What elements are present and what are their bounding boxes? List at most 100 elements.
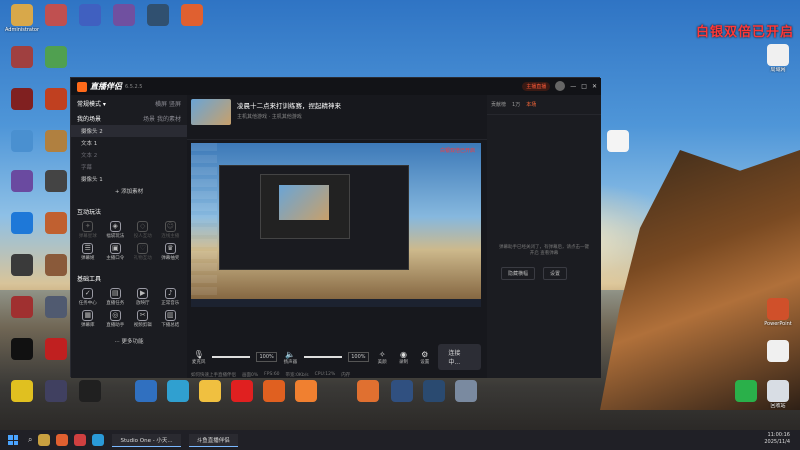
desktop-icon[interactable] xyxy=(760,340,796,362)
mic-volume-value[interactable]: 100% xyxy=(256,352,277,362)
mode-dropdown[interactable]: 常规模式 ▾ xyxy=(77,99,106,108)
desktop-icon[interactable]: 回收站 xyxy=(760,380,796,409)
tool-item[interactable]: ♛ 弹幕抽奖 xyxy=(158,243,184,261)
speaker-volume-slider[interactable] xyxy=(304,356,343,358)
desktop-icon[interactable] xyxy=(160,380,196,402)
taskbar-app-icon[interactable] xyxy=(92,434,105,446)
taskbar-clock[interactable]: 11:00:16 2025/11/4 xyxy=(764,432,790,446)
desktop-icon[interactable]: PowerPoint xyxy=(760,298,796,327)
desktop-icon[interactable] xyxy=(38,254,74,276)
mic-control[interactable]: 🎙 麦克风 xyxy=(191,350,206,365)
scene-item[interactable]: 文本 2 xyxy=(71,149,187,161)
desktop-icon[interactable] xyxy=(4,88,40,110)
desktop-icon[interactable] xyxy=(192,380,228,402)
tool-item[interactable]: ♪ 正常音乐 xyxy=(158,288,184,306)
desktop-icon[interactable] xyxy=(38,130,74,152)
tool-item[interactable]: ▤ 直播任务 xyxy=(103,288,129,306)
taskbar-app-icon[interactable] xyxy=(56,434,69,446)
settings-button[interactable]: ⚙ 设置 xyxy=(417,350,432,365)
speaker-control[interactable]: 🔈 扬声器 xyxy=(283,350,298,365)
desktop-icon[interactable] xyxy=(38,170,74,192)
record-button[interactable]: ◉ 录制 xyxy=(396,350,411,365)
desktop-icon[interactable] xyxy=(38,296,74,318)
search-icon[interactable]: ⌕ xyxy=(28,435,32,445)
scene-item[interactable]: 摄像头 2 xyxy=(71,125,187,137)
mic-volume-slider[interactable] xyxy=(212,356,251,358)
taskbar-app-icon[interactable] xyxy=(74,434,87,446)
minimize-button[interactable]: — xyxy=(570,83,576,90)
scene-item[interactable]: 文本 1 xyxy=(71,137,187,149)
add-source-button[interactable]: + 添加素材 xyxy=(71,185,187,197)
maximize-button[interactable]: □ xyxy=(581,83,587,90)
tool-item[interactable]: ▶ 放映厅 xyxy=(130,288,156,306)
desktop-icon[interactable] xyxy=(38,380,74,402)
more-features-button[interactable]: ··· 更多功能 xyxy=(71,335,187,347)
tool-item[interactable]: ◎ 直播助手 xyxy=(103,310,129,328)
start-button[interactable] xyxy=(8,435,18,445)
desktop-icon[interactable] xyxy=(38,88,74,110)
tool-item[interactable]: ✂ 视频剪辑 xyxy=(130,310,156,328)
danmaku-settings-button[interactable]: 设置 xyxy=(543,267,568,280)
desktop-icon[interactable] xyxy=(4,46,40,68)
stream-cover[interactable] xyxy=(191,99,231,125)
desktop-icon[interactable] xyxy=(174,4,210,26)
desktop-icon[interactable] xyxy=(600,130,636,152)
promo-button[interactable]: 主播直播 xyxy=(522,81,551,91)
tool-item[interactable]: ▣ 主播口令 xyxy=(103,243,129,261)
desktop-icon[interactable]: 局域网 xyxy=(760,44,796,73)
desktop-icon[interactable] xyxy=(4,130,40,152)
tab-count[interactable]: 1万 xyxy=(512,101,520,108)
desktop-icon[interactable] xyxy=(448,380,484,402)
tab-contribution[interactable]: 贡献榜 xyxy=(491,101,506,108)
desktop-icon[interactable] xyxy=(4,212,40,234)
scene-item[interactable]: 字幕 xyxy=(71,161,187,173)
stream-category[interactable]: 主机其他游戏 · 主机其他游戏 xyxy=(237,113,302,120)
tool-item[interactable]: ☰ 弹幕姬 xyxy=(75,243,101,261)
desktop-icon[interactable] xyxy=(38,4,74,26)
desktop-icon[interactable] xyxy=(384,380,420,402)
tool-item[interactable]: ▥ 下播总结 xyxy=(158,310,184,328)
desktop-icon[interactable] xyxy=(256,380,292,402)
desktop-icon[interactable] xyxy=(4,296,40,318)
tab-scenes[interactable]: 场景 xyxy=(143,116,155,123)
desktop-icon[interactable] xyxy=(38,338,74,360)
beauty-button[interactable]: ✧ 美颜 xyxy=(375,350,390,365)
desktop-icon[interactable] xyxy=(728,380,764,402)
taskbar-app-icon[interactable] xyxy=(38,434,51,446)
desktop-icon[interactable] xyxy=(128,380,164,402)
tool-item[interactable]: ☺ 连线主播 xyxy=(158,221,184,239)
desktop-icon[interactable] xyxy=(416,380,452,402)
desktop-icon[interactable] xyxy=(38,212,74,234)
speaker-volume-value[interactable]: 100% xyxy=(348,352,369,362)
desktop-icon[interactable]: Administrator xyxy=(4,4,40,33)
desktop-icon[interactable] xyxy=(72,380,108,402)
help-link[interactable]: 如何快速上手直播伴侣 xyxy=(191,372,236,378)
taskbar-task[interactable]: 斗鱼直播伴侣 xyxy=(188,433,238,447)
tool-item[interactable]: ✦ 弹幕星球 xyxy=(75,221,101,239)
desktop-icon[interactable] xyxy=(4,338,40,360)
tool-item[interactable]: ▦ 弹幕库 xyxy=(75,310,101,328)
tool-item[interactable]: ♡ 礼物互动 xyxy=(130,243,156,261)
desktop-icon[interactable] xyxy=(288,380,324,402)
hide-banner-button[interactable]: 隐藏横幅 xyxy=(501,267,536,280)
tool-item[interactable]: ◈ 福袋玩法 xyxy=(103,221,129,239)
tool-item[interactable]: ✓ 任务中心 xyxy=(75,288,101,306)
tab-assets[interactable]: 我的素材 xyxy=(157,116,181,123)
taskbar-task[interactable]: Studio One - 小天... xyxy=(112,433,181,447)
desktop-icon[interactable] xyxy=(106,4,142,26)
close-button[interactable]: ✕ xyxy=(592,83,597,90)
desktop-icon[interactable] xyxy=(4,254,40,276)
tab-portrait[interactable]: 竖屏 xyxy=(169,101,181,108)
stream-title[interactable]: 凌晨十二点来打训练赛，捏起精神来 xyxy=(237,100,341,110)
tab-landscape[interactable]: 横屏 xyxy=(155,101,167,108)
desktop-icon[interactable] xyxy=(224,380,260,402)
desktop-icon[interactable] xyxy=(4,380,40,402)
desktop-icon[interactable] xyxy=(350,380,386,402)
stream-preview[interactable]: 白银双倍已开启 xyxy=(191,143,481,307)
desktop-icon[interactable] xyxy=(4,170,40,192)
scene-item[interactable]: 摄像头 1 xyxy=(71,173,187,185)
tab-current[interactable]: 本场 xyxy=(526,101,536,108)
desktop-icon[interactable] xyxy=(38,46,74,68)
avatar[interactable] xyxy=(555,81,566,91)
tool-item[interactable]: ◇ 投人互动 xyxy=(130,221,156,239)
